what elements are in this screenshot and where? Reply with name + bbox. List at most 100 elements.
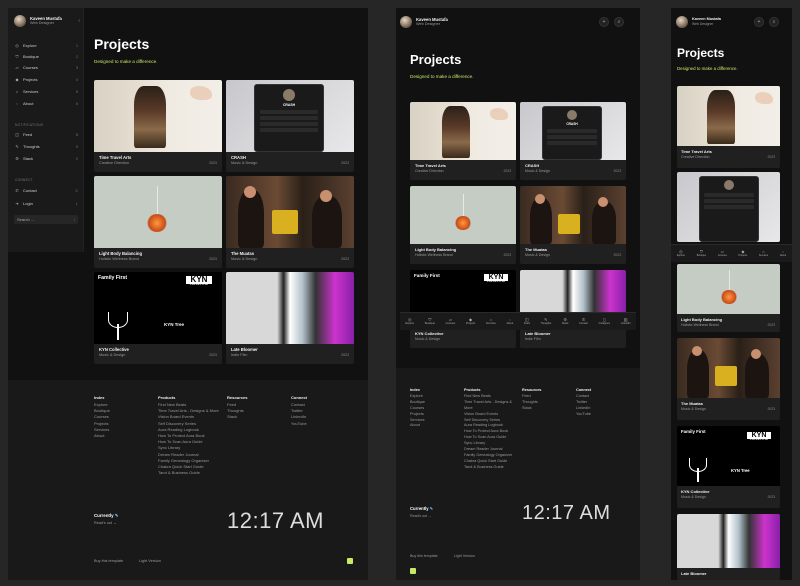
- project-card-crash[interactable]: CRASH CRASH Music & Design 2023: [226, 80, 354, 172]
- project-card-crash[interactable]: [677, 172, 780, 242]
- app-row: [547, 129, 597, 133]
- project-year: 2023: [767, 155, 775, 159]
- dock-label: Thoughts: [540, 322, 552, 325]
- footer-col-resources: Resources Feed Thoughts Stack: [522, 388, 541, 412]
- sidebar-item-contact[interactable]: ✆ Contact C: [14, 186, 78, 195]
- project-card-late-bloomer[interactable]: Late Bloomer Indie Film 2023: [226, 272, 354, 364]
- dock-item-instagram[interactable]: ◻ Instagram: [599, 318, 611, 326]
- footer-link[interactable]: Stack: [227, 414, 247, 420]
- dock-item-thoughts[interactable]: ✎ Thoughts: [540, 318, 552, 326]
- sidebar-item-services[interactable]: ⌂ Services 5: [14, 87, 78, 96]
- project-card-late-bloomer[interactable]: Late Bloomer: [677, 514, 780, 580]
- logo-badge-icon[interactable]: [347, 558, 353, 564]
- dock-item-boutique[interactable]: ⛉ Boutique: [425, 318, 435, 326]
- sidebar-item-courses[interactable]: ▱ Courses 3: [14, 63, 78, 72]
- sidebar-item-label: Contact: [23, 188, 37, 193]
- profile[interactable]: Kaveen Mustafa Web Designer: [676, 16, 721, 28]
- project-name: CRASH: [525, 163, 540, 168]
- footer-link[interactable]: Contact: [576, 394, 591, 400]
- footer-link[interactable]: Courses: [94, 414, 110, 420]
- dock-item-projects[interactable]: ◆ Projects: [466, 318, 475, 326]
- buy-template-link[interactable]: Buy this template: [94, 559, 123, 563]
- footer-link[interactable]: LinkedIn: [576, 406, 591, 412]
- dock-item-services[interactable]: ⌂ Services: [759, 250, 768, 258]
- project-card-light-body-balancing[interactable]: Light Body Balancing Holistic Wellness B…: [94, 176, 222, 268]
- footer-link[interactable]: YouTube: [291, 421, 307, 427]
- footer-link[interactable]: Tarot & Business Guide: [464, 465, 518, 471]
- footer-link[interactable]: Time Travel Arts - Designs & More: [464, 400, 518, 412]
- buy-template-link[interactable]: Buy this template: [410, 554, 438, 558]
- dock-item-feed[interactable]: ◫ Feed: [524, 318, 530, 326]
- sidebar-item-login[interactable]: ➜ Login L: [14, 199, 78, 208]
- project-card-the-muatas[interactable]: The Muatas Music & Design 2023: [226, 176, 354, 268]
- project-card-kyn-collective[interactable]: Family First KYN COLLECTIVE KYN Tree KYN …: [677, 426, 780, 508]
- footer-link[interactable]: Projects: [410, 412, 425, 418]
- project-category: Holistic Wellness Brand: [415, 253, 453, 257]
- footer-link[interactable]: Courses: [410, 406, 425, 412]
- chevron-left-icon[interactable]: ‹: [78, 18, 80, 24]
- footer-link[interactable]: YouTube: [576, 412, 591, 418]
- project-image: [410, 186, 516, 244]
- search-icon[interactable]: ⌕: [769, 17, 779, 27]
- dock-item-about[interactable]: ◌ About: [780, 250, 786, 258]
- dock-item-explore[interactable]: ◎ Explore: [677, 250, 685, 258]
- project-name: Time Travel Arts: [99, 155, 132, 160]
- project-category: Creative Direction: [681, 155, 710, 159]
- dock-item-explore[interactable]: ◎ Explore: [405, 318, 414, 326]
- search-placeholder: Search ...: [17, 217, 35, 222]
- dock-label: About: [506, 322, 514, 325]
- sidebar-item-stack[interactable]: ⚙ Stack 0: [14, 154, 78, 163]
- shortcut-key: C: [75, 188, 78, 193]
- search-icon[interactable]: ⌕: [614, 17, 624, 27]
- footer-link[interactable]: Stack: [522, 406, 541, 412]
- phone-mockup: CRASH: [254, 84, 324, 152]
- project-card-time-travel-arts[interactable]: Time Travel Arts Creative Direction 2023: [94, 80, 222, 172]
- sidebar-item-projects[interactable]: ◆ Projects 4: [14, 75, 78, 84]
- readout-link[interactable]: Read's out →: [94, 521, 117, 525]
- light-version-link[interactable]: Light Version: [454, 554, 475, 558]
- light-version-link[interactable]: Light Version: [139, 559, 161, 563]
- project-card-the-muatas[interactable]: The Muatas Music & Design 2023: [520, 186, 626, 264]
- dock-item-services[interactable]: ⌂ Services: [486, 318, 496, 326]
- footer-link[interactable]: Projects: [94, 421, 110, 427]
- dock-item-linkedin[interactable]: ▥ LinkedIn: [621, 318, 631, 326]
- dock-item-boutique[interactable]: ⛉ Boutique: [697, 250, 706, 258]
- dock-item-contact[interactable]: ✆ Contact: [579, 318, 588, 326]
- sidebar-item-boutique[interactable]: ⛉ Boutique 2: [14, 52, 79, 61]
- project-card-kyn-collective[interactable]: Family First KYN COLLECTIVE KYN Collectiv…: [410, 270, 516, 348]
- dock-item-projects[interactable]: ◆ Projects: [739, 250, 748, 258]
- sidebar-item-explore[interactable]: ◎ Explore 1: [14, 41, 78, 50]
- readout-link[interactable]: Read's out →: [410, 514, 432, 518]
- project-card-crash[interactable]: CRASH CRASH Music & Design 2023: [520, 102, 626, 180]
- sidebar-item-feed[interactable]: ◫ Feed 8: [14, 130, 78, 139]
- project-card-light-body-balancing[interactable]: Light Body Balancing Holistic Wellness B…: [677, 264, 780, 332]
- footer-link[interactable]: About: [410, 423, 425, 429]
- profile[interactable]: Kaveen Mustafa Web Designer: [400, 16, 448, 28]
- plus-icon[interactable]: +: [754, 17, 764, 27]
- logo-badge-icon[interactable]: [410, 568, 416, 574]
- project-card-time-travel-arts[interactable]: Time Travel Arts Creative Direction 2023: [677, 86, 780, 168]
- footer-link[interactable]: Explore: [410, 394, 425, 400]
- search-input[interactable]: Search ... /: [14, 215, 78, 224]
- footer-link[interactable]: Boutique: [410, 400, 425, 406]
- profile[interactable]: Kaveen Mustafa Web Designer: [14, 15, 62, 27]
- dock-item-courses[interactable]: ▱ Courses: [718, 250, 727, 258]
- project-card-time-travel-arts[interactable]: Time Travel Arts Creative Direction 2023: [410, 102, 516, 180]
- sidebar-item-thoughts[interactable]: ✎ Thoughts 9: [14, 142, 78, 151]
- dock-item-stack[interactable]: ⚙ Stack: [562, 318, 569, 326]
- project-card-the-muatas[interactable]: The Muatas Music & Design 2023: [677, 338, 780, 420]
- sidebar-item-about[interactable]: ◌ About 6: [14, 99, 78, 108]
- footer-link[interactable]: About: [94, 433, 110, 439]
- footer-link[interactable]: Family Genealogy Organizer: [464, 453, 518, 459]
- painting-figure: [134, 86, 166, 148]
- project-card-late-bloomer[interactable]: Late Bloomer Indie Film: [520, 270, 626, 348]
- footer-link[interactable]: LinkedIn: [291, 414, 307, 420]
- dock-item-courses[interactable]: ▱ Courses: [446, 318, 456, 326]
- project-card-kyn-collective[interactable]: Family First KYN COLLECTIVE KYN Tree KYN …: [94, 272, 222, 364]
- footer-link[interactable]: Tarot & Business Guide: [158, 470, 222, 476]
- plus-icon[interactable]: +: [599, 17, 609, 27]
- project-card-light-body-balancing[interactable]: Light Body Balancing Holistic Wellness B…: [410, 186, 516, 264]
- shortcut-key: 8: [76, 132, 78, 137]
- dock-item-about[interactable]: ◌ About: [506, 318, 514, 326]
- kyn-logo: KYN COLLECTIVE: [186, 276, 212, 287]
